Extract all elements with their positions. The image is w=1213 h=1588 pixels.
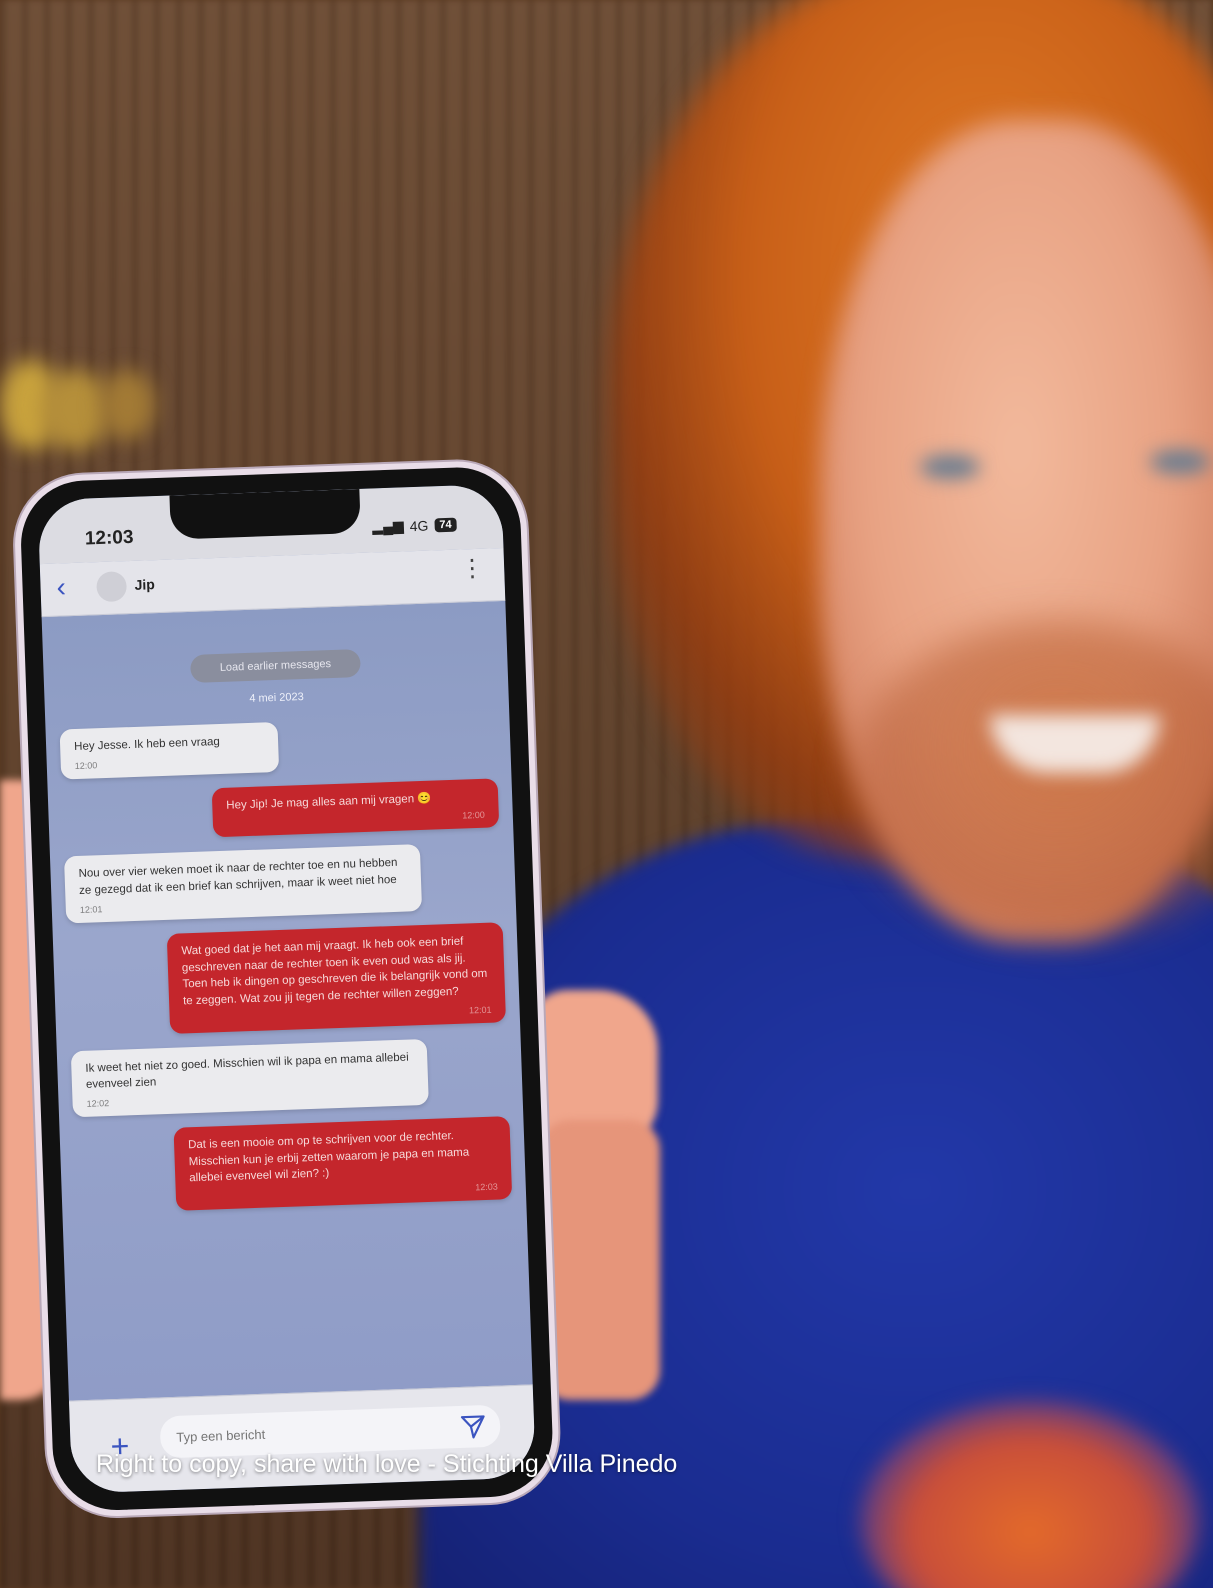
incoming-message[interactable]: Hey Jesse. Ik heb een vraag 12:00 bbox=[59, 721, 280, 780]
message-time: 12:03 bbox=[475, 1181, 498, 1193]
message-time: 12:02 bbox=[86, 1097, 110, 1109]
status-time: 12:03 bbox=[84, 526, 134, 550]
outgoing-message[interactable]: Wat goed dat je het aan mij vraagt. Ik h… bbox=[166, 922, 507, 1034]
eye bbox=[920, 455, 980, 479]
network-type: 4G bbox=[409, 517, 429, 534]
message-text: Ik weet het niet zo goed. Misschien wil … bbox=[85, 1051, 409, 1092]
load-earlier-button[interactable]: Load earlier messages bbox=[190, 649, 361, 683]
message-time: 12:01 bbox=[468, 1004, 492, 1015]
eye bbox=[1150, 450, 1210, 474]
date-separator: 4 mei 2023 bbox=[249, 691, 304, 705]
message-text: Hey Jip! Je mag alles aan mij vragen 😊 bbox=[226, 792, 432, 812]
incoming-message[interactable]: Ik weet het niet zo goed. Misschien wil … bbox=[70, 1038, 429, 1118]
message-time: 12:00 bbox=[74, 759, 98, 771]
message-text: Nou over vier weken moet ik naar de rech… bbox=[78, 857, 398, 898]
message-text: Wat goed dat je het aan mij vraagt. Ik h… bbox=[181, 935, 488, 1008]
copyright-caption: Right to copy, share with love - Stichti… bbox=[96, 1450, 678, 1478]
message-text: Hey Jesse. Ik heb een vraag bbox=[73, 735, 221, 754]
outgoing-message[interactable]: Hey Jip! Je mag alles aan mij vragen 😊 1… bbox=[211, 778, 500, 838]
smartphone: 12:03 ▂▄▆ 4G 74 ‹ Jip ⋮ Load earlier mes… bbox=[12, 459, 561, 1519]
phone-notch bbox=[169, 488, 361, 540]
message-time: 12:00 bbox=[462, 810, 485, 821]
wrist bbox=[540, 1120, 660, 1400]
more-options-icon[interactable]: ⋮ bbox=[460, 555, 485, 583]
incoming-message[interactable]: Nou over vier weken moet ik naar de rech… bbox=[63, 844, 423, 924]
phone-screen: 12:03 ▂▄▆ 4G 74 ‹ Jip ⋮ Load earlier mes… bbox=[37, 483, 536, 1494]
message-text: Dat is een mooie om op te schrijven voor… bbox=[187, 1129, 470, 1185]
battery-icon: 74 bbox=[434, 517, 457, 532]
back-arrow-icon[interactable]: ‹ bbox=[56, 571, 66, 602]
signal-icon: ▂▄▆ bbox=[371, 517, 404, 535]
message-time: 12:01 bbox=[79, 903, 103, 915]
outgoing-message[interactable]: Dat is een mooie om op te schrijven voor… bbox=[173, 1116, 513, 1211]
avatar[interactable] bbox=[96, 571, 128, 603]
network-indicator: ▂▄▆ 4G 74 bbox=[372, 516, 457, 536]
message-list[interactable]: Load earlier messages 4 mei 2023 Hey Jes… bbox=[42, 602, 533, 1402]
send-icon[interactable] bbox=[460, 1413, 487, 1440]
contact-name[interactable]: Jip bbox=[134, 576, 155, 593]
bokeh-light bbox=[100, 370, 155, 440]
